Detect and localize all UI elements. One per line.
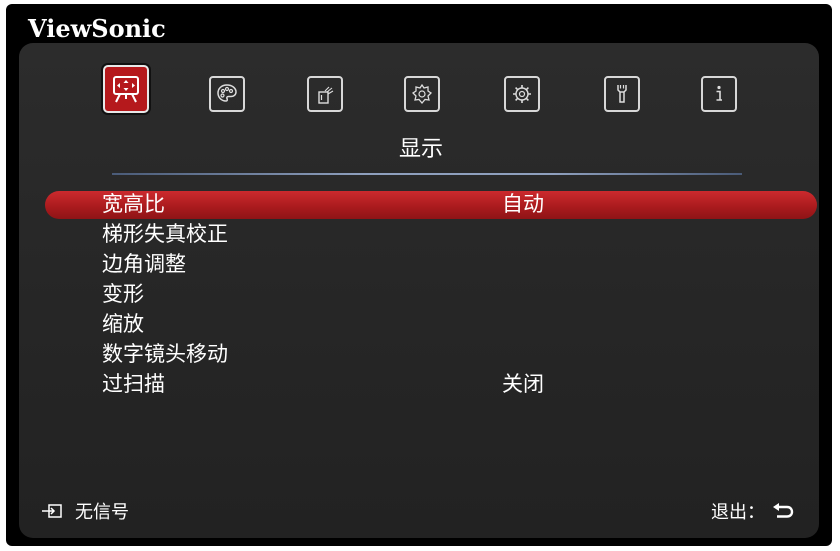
display-icon (113, 76, 139, 103)
palette-icon (217, 84, 237, 102)
exit-label: 退出： (711, 502, 765, 523)
menu-item-label: 梯形失真校正 (102, 222, 228, 246)
input-source-icon (42, 504, 62, 518)
divider (112, 173, 742, 175)
menu-item-corner-adjust[interactable]: 边角调整 (19, 249, 819, 279)
osd-screen: ViewSonic 显示 宽高比 自动 梯形失真校正 边角调整 变形 缩放 数字… (6, 4, 832, 546)
menu-item-aspect-ratio[interactable]: 宽高比 自动 (19, 189, 819, 219)
tab-power[interactable] (307, 76, 343, 112)
menu-item-zoom[interactable]: 缩放 (19, 309, 819, 339)
basic-settings-icon (411, 83, 433, 104)
information-icon (716, 85, 722, 101)
system-wrench-icon (617, 85, 627, 103)
menu-item-digital-lens-shift[interactable]: 数字镜头移动 (19, 339, 819, 369)
return-arrow-icon (773, 503, 794, 518)
menu-item-label: 缩放 (102, 312, 144, 336)
menu-item-label: 宽高比 (102, 192, 165, 216)
menu-item-label: 数字镜头移动 (102, 342, 228, 366)
menu-item-warp[interactable]: 变形 (19, 279, 819, 309)
tab-system[interactable] (604, 76, 640, 112)
exit-hint[interactable]: 退出： (711, 498, 795, 524)
menu-item-value: 自动 (502, 192, 544, 216)
display-menu: 宽高比 自动 梯形失真校正 边角调整 变形 缩放 数字镜头移动 过扫描 关闭 (19, 189, 819, 399)
tab-advanced[interactable] (504, 76, 540, 112)
tab-information[interactable] (701, 76, 737, 112)
menu-item-keystone[interactable]: 梯形失真校正 (19, 219, 819, 249)
advanced-settings-icon (513, 85, 531, 103)
tab-basic[interactable] (404, 76, 440, 112)
tab-title: 显示 (399, 137, 444, 162)
menu-item-label: 边角调整 (102, 252, 186, 276)
tab-picture[interactable] (209, 76, 245, 112)
brand-logo: ViewSonic (28, 14, 166, 43)
menu-item-label: 过扫描 (102, 372, 165, 396)
tab-display[interactable] (103, 65, 149, 113)
menu-item-overscan[interactable]: 过扫描 关闭 (19, 369, 819, 399)
menu-item-value: 关闭 (502, 372, 544, 396)
power-management-icon (318, 86, 334, 104)
source-status: 无信号 (41, 498, 129, 524)
source-status-text: 无信号 (75, 502, 129, 523)
menu-item-label: 变形 (102, 282, 144, 306)
osd-panel: 显示 宽高比 自动 梯形失真校正 边角调整 变形 缩放 数字镜头移动 过扫描 关… (19, 43, 819, 538)
